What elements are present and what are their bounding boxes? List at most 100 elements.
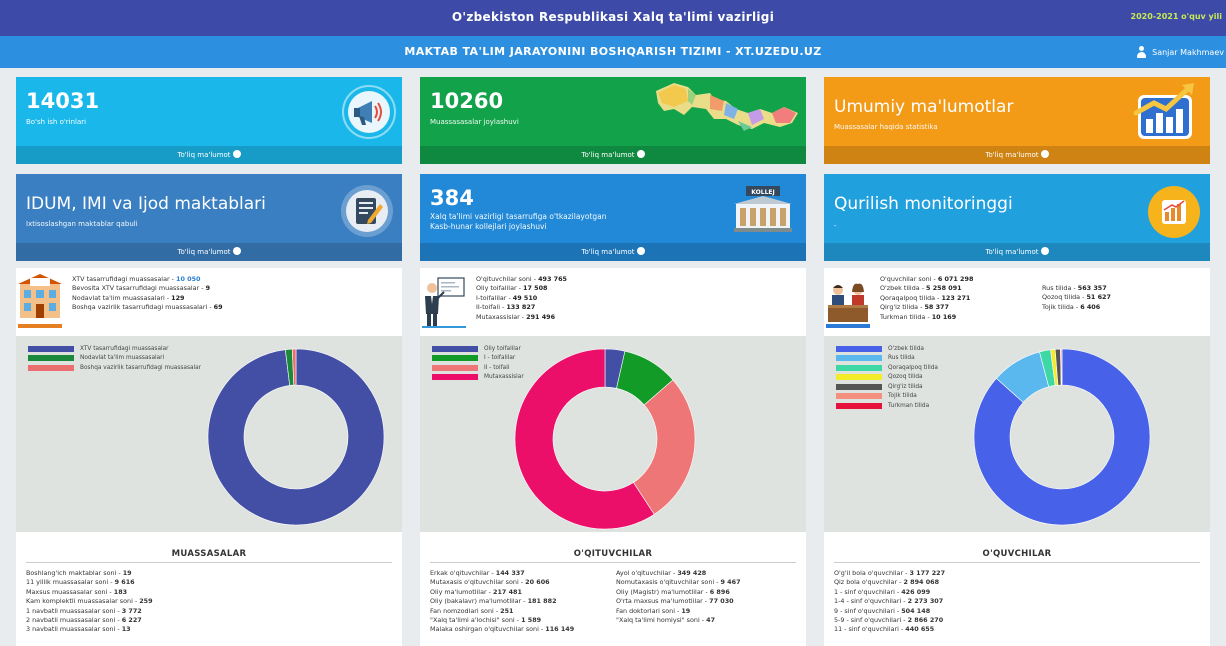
item-label: O'qituvchilar soni - <box>476 275 539 283</box>
more-info-link[interactable]: To'liq ma'lumot <box>16 146 402 164</box>
item-label: O'rta maxsus ma'lumotlilar - <box>616 597 710 606</box>
item-label: Qiz bola o'quvchilar - <box>834 578 904 587</box>
list-item: Bevosita XTV tasarrufidagi muassasalar -… <box>72 284 223 293</box>
teachers-list-right: Ayol o'qituvchilar - 349 428 Nomutaxasis … <box>616 569 741 625</box>
list-item: Nodavlat ta'lim muassasalari - 129 <box>72 294 223 303</box>
item-value: 17 508 <box>523 284 548 293</box>
more-info-link[interactable]: To'liq ma'lumot <box>16 243 402 261</box>
list-item: Tojik tilida - 6 406 <box>1042 303 1111 312</box>
item-label: Mutaxassislar - <box>476 312 527 321</box>
vacancies-card[interactable]: 14031 Bo'sh ish o'rinlari To'liq ma'lumo… <box>16 77 402 164</box>
item-label: Fan doktorlari soni - <box>616 606 682 615</box>
arrow-circle-icon <box>636 150 645 158</box>
list-item: Mutaxasis o'qituvchilar soni - 20 606 <box>430 578 574 587</box>
item-label: Qoraqalpoq tilida - <box>880 293 942 302</box>
arrow-circle-icon <box>636 247 645 255</box>
item-label: Kam komplektli muassasalar soni - <box>26 597 140 606</box>
list-item: O'quvchilar soni - 6 071 298 <box>880 275 973 284</box>
panel-header: O'qituvchilar soni - 493 765 Oliy toifali… <box>420 268 806 332</box>
list-item: O'rta maxsus ma'lumotlilar - 77 030 <box>616 597 741 606</box>
list-item: 5-9 - sinf o'quvchilari - 2 866 270 <box>834 616 945 625</box>
list-item: I-toifalilar - 49 510 <box>476 294 567 303</box>
institutions-summary: XTV tasarrufidagi muassasalar - 10 050 Be… <box>72 275 223 313</box>
item-value: 504 148 <box>901 606 931 615</box>
user-name[interactable]: Sanjar Makhmaev <box>1152 48 1224 57</box>
students-list: O'g'il bola o'quvchilar - 3 177 227 Qiz b… <box>834 569 945 635</box>
item-label: II-toifali - <box>476 303 507 312</box>
item-label: 9 - sinf o'quvchilari - <box>834 606 902 615</box>
colleges-card[interactable]: 384 Xalq ta'limi vazirligi tasarrufiga o… <box>420 174 806 261</box>
more-info-link[interactable]: To'liq ma'lumot <box>824 243 1210 261</box>
institutions-chart: XTV tasarrufidagi muassasalar Nodavlat ta… <box>16 336 402 532</box>
list-item: Rus tilida - 563 357 <box>1042 284 1111 293</box>
college-sign: KOLLEJ <box>751 189 774 196</box>
item-value: 493 765 <box>538 275 567 283</box>
item-value: 426 099 <box>901 587 931 596</box>
list-item: Qoraqalpoq tilida - 123 271 <box>880 294 973 303</box>
item-label: 1 - sinf o'quvchilari - <box>834 587 902 596</box>
item-value: 2 273 307 <box>907 597 944 606</box>
list-item: O'zbek tilida - 5 258 091 <box>880 284 973 293</box>
list-item: Oliy (Magistr) ma'lumotlilar - 6 896 <box>616 588 741 597</box>
institutions-donut-chart <box>207 348 385 526</box>
user-icon <box>1136 46 1147 58</box>
divider <box>834 562 1200 563</box>
donut-slice[interactable] <box>1060 348 1063 386</box>
item-value: 123 271 <box>941 293 971 302</box>
card-title: IDUM, IMI va Ijod maktablari <box>26 194 266 214</box>
item-value: 183 <box>113 587 128 596</box>
item-value: 144 337 <box>495 569 525 577</box>
more-info-link[interactable]: To'liq ma'lumot <box>824 146 1210 164</box>
section-title: O'QITUVCHILAR <box>573 549 653 559</box>
list-item: XTV tasarrufidagi muassasalar - 10 050 <box>72 275 223 284</box>
item-value: 9 467 <box>720 578 741 587</box>
list-item: Oliy (bakalavr) ma'lumotlilar - 181 882 <box>430 597 574 606</box>
bar-chart-icon <box>1146 184 1202 244</box>
item-label: 5-9 - sinf o'quvchilari - <box>834 616 908 625</box>
map-icon <box>652 79 802 141</box>
teachers-panel: O'qituvchilar soni - 493 765 Oliy toifali… <box>420 268 806 646</box>
item-value: 10 169 <box>931 312 957 321</box>
item-label: 11 - sinf o'quvchilari - <box>834 625 906 634</box>
system-title: MAKTAB TA'LIM JARAYONINI BOSHQARISH TIZI… <box>404 45 822 58</box>
item-value: 47 <box>706 616 716 625</box>
list-item: 11 yillik muassasalar soni - 9 616 <box>26 578 153 587</box>
item-value: 251 <box>500 606 514 615</box>
more-info-link[interactable]: To'liq ma'lumot <box>420 243 806 261</box>
more-info-link[interactable]: To'liq ma'lumot <box>420 146 806 164</box>
top-header: O'zbekiston Respublikasi Xalq ta'limi va… <box>0 0 1226 36</box>
item-label: Oliy toifalilar - <box>476 284 523 293</box>
item-value: 1 589 <box>521 616 542 625</box>
item-value: 6 227 <box>121 616 142 625</box>
system-header: MAKTAB TA'LIM JARAYONINI BOSHQARISH TIZI… <box>0 36 1226 68</box>
list-item: 1 navbatli muassasalar soni - 3 772 <box>26 607 153 616</box>
teachers-details: O'QITUVCHILAR Erkak o'qituvchilar - 144 … <box>420 536 806 646</box>
construction-card[interactable]: Qurilish monitoringgi - To'liq ma'lumot <box>824 174 1210 261</box>
arrow-circle-icon <box>1040 247 1049 255</box>
item-value: 6 406 <box>1080 302 1101 311</box>
edit-document-icon <box>340 184 394 242</box>
item-label: Qozoq tilida - <box>1042 293 1087 302</box>
item-label: Rus tilida - <box>1042 284 1078 292</box>
item-label: Oliy (bakalavr) ma'lumotlilar - <box>430 597 528 606</box>
item-value: 6 071 298 <box>937 275 974 283</box>
user-menu[interactable]: Sanjar Makhmaev <box>1136 46 1224 58</box>
item-label: "Xalq ta'limi a'lochisi" soni - <box>430 616 522 625</box>
item-label: Fan nomzodlari soni - <box>430 606 501 615</box>
card-title: Qurilish monitoringgi <box>834 194 1013 214</box>
item-label: I-toifalilar - <box>476 293 513 302</box>
item-label: Turkman tilida - <box>880 312 932 321</box>
section-title: MUASSASALAR <box>171 549 247 559</box>
general-info-card[interactable]: Umumiy ma'lumotlar Muassasalar haqida st… <box>824 77 1210 164</box>
growth-chart-icon <box>1132 81 1200 147</box>
locations-card[interactable]: 10260 Muassasasalar joylashuvi To'liq ma… <box>420 77 806 164</box>
academic-year[interactable]: 2020-2021 o'quv yili <box>1131 12 1222 21</box>
card-value: 14031 <box>26 89 100 113</box>
item-label: O'g'il bola o'quvchilar - <box>834 569 910 577</box>
specialized-schools-card[interactable]: IDUM, IMI va Ijod maktablari Ixtisoslash… <box>16 174 402 261</box>
item-label: Tojik tilida - <box>1042 302 1081 311</box>
item-value: 51 627 <box>1086 293 1111 302</box>
item-label: 3 navbatli muassasalar soni - <box>26 625 122 634</box>
item-label: XTV tasarrufidagi muassasalar - <box>72 275 176 283</box>
item-value: 259 <box>139 597 153 606</box>
